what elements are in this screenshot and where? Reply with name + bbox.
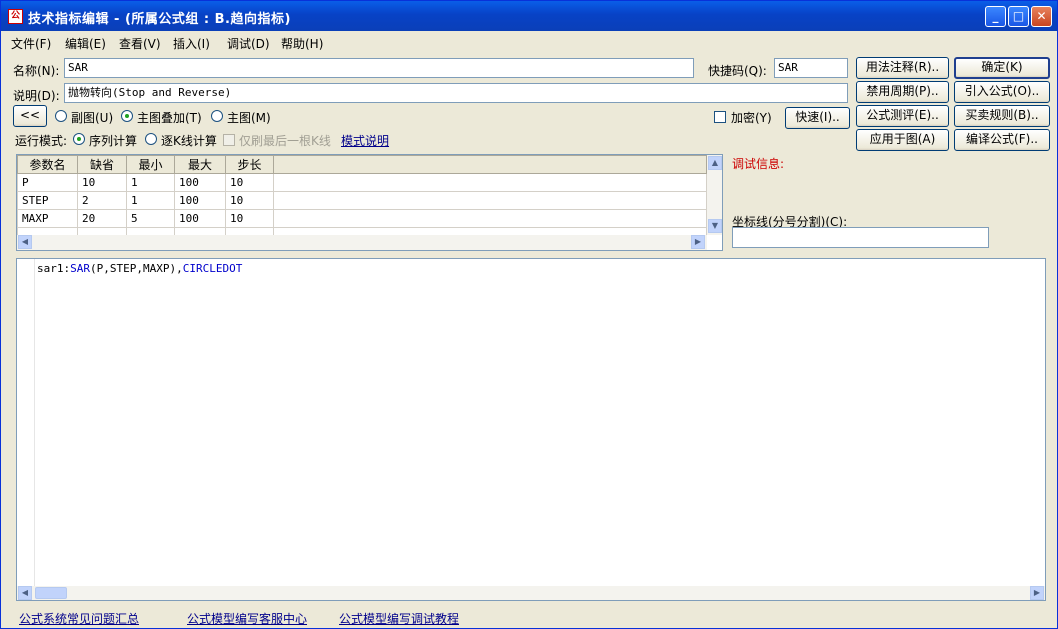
menu-bar: 文件(F) 编辑(E) 查看(V) 插入(I) 调试(D) 帮助(H) (1, 32, 1057, 52)
axis-lines-field[interactable] (732, 227, 989, 248)
param-step-cell[interactable]: 10 (225, 191, 274, 210)
last-bar-only-label: 仅刷最后一根K线 (239, 134, 331, 148)
code-style: CIRCLEDOT (182, 262, 243, 275)
chart-type-overlay-label: 主图叠加(T) (137, 111, 202, 125)
run-mode-per-bar-radio[interactable] (145, 133, 157, 145)
scroll-up-icon[interactable]: ▲ (708, 156, 722, 170)
mode-help-link[interactable]: 模式说明 (341, 132, 389, 149)
chart-type-sub-radio[interactable] (55, 110, 67, 122)
header-min[interactable]: 最小 (126, 155, 175, 174)
param-max-cell[interactable]: 100 (174, 209, 226, 228)
editor-horizontal-scrollbar[interactable]: ◀ ▶ (17, 586, 1045, 600)
encrypt-label: 加密(Y) (731, 111, 772, 125)
params-table: 参数名 缺省 最小 最大 步长 P 10 1 100 10 STEP 2 1 1… (16, 154, 723, 251)
chart-type-main-label: 主图(M) (227, 111, 271, 125)
quick-button[interactable]: 快速(I).. (785, 107, 850, 129)
code-args: (P,STEP,MAXP), (90, 262, 183, 275)
description-field[interactable]: 抛物转向(Stop and Reverse) (64, 83, 848, 103)
chart-type-sub-label: 副图(U) (71, 111, 114, 125)
param-default-cell[interactable]: 2 (77, 191, 127, 210)
chart-type-main-radio[interactable] (211, 110, 223, 122)
scroll-thumb[interactable] (35, 587, 67, 599)
menu-edit[interactable]: 编辑(E) (65, 35, 106, 52)
header-max[interactable]: 最大 (174, 155, 226, 174)
run-mode-per-bar-label: 逐K线计算 (161, 134, 217, 148)
maximize-icon[interactable]: □ (1008, 6, 1029, 27)
description-label: 说明(D): (13, 89, 60, 103)
name-field[interactable]: SAR (64, 58, 694, 78)
code-editor[interactable]: sar1:SAR(P,STEP,MAXP),CIRCLEDOT ◀ ▶ (16, 258, 1046, 601)
name-label: 名称(N): (13, 64, 60, 78)
close-icon[interactable]: ✕ (1031, 6, 1052, 27)
editor-gutter (17, 259, 35, 586)
encrypt-checkbox[interactable] (714, 111, 726, 123)
params-vertical-scrollbar[interactable]: ▲ ▼ (707, 155, 722, 235)
empty-cell (273, 209, 707, 228)
header-step[interactable]: 步长 (225, 155, 274, 174)
apply-to-chart-button[interactable]: 应用于图(A) (856, 129, 949, 151)
scroll-down-icon[interactable]: ▼ (708, 219, 722, 233)
menu-view[interactable]: 查看(V) (119, 35, 161, 52)
param-default-cell[interactable]: 20 (77, 209, 127, 228)
window-title: 技术指标编辑 - (所属公式组 : B.趋向指标) (28, 12, 291, 27)
chart-type-overlay-radio[interactable] (121, 110, 133, 122)
formula-editor-window: 公 技术指标编辑 - (所属公式组 : B.趋向指标) _ □ ✕ 文件(F) … (0, 0, 1058, 629)
menu-insert[interactable]: 插入(I) (173, 35, 210, 52)
run-mode-series-label: 序列计算 (89, 134, 138, 148)
hotkey-field[interactable]: SAR (774, 58, 848, 78)
table-row[interactable]: STEP 2 1 100 10 (17, 191, 707, 210)
evaluate-formula-button[interactable]: 公式测评(E).. (856, 105, 949, 127)
table-row[interactable]: MAXP 20 5 100 10 (17, 209, 707, 228)
params-horizontal-scrollbar[interactable]: ◀ ▶ (17, 235, 707, 250)
param-min-cell[interactable]: 1 (126, 173, 175, 192)
header-filler (273, 155, 707, 174)
support-center-link[interactable]: 公式模型编写客服中心 (187, 610, 307, 627)
param-name-cell[interactable]: MAXP (17, 209, 78, 228)
last-bar-only-checkbox[interactable] (223, 134, 235, 146)
menu-debug[interactable]: 调试(D) (227, 35, 270, 52)
param-step-cell[interactable]: 10 (225, 209, 274, 228)
debug-info-label: 调试信息: (732, 157, 785, 171)
header-param-name[interactable]: 参数名 (17, 155, 78, 174)
run-mode-label: 运行模式: (15, 134, 68, 148)
scroll-right-icon[interactable]: ▶ (1030, 586, 1044, 600)
import-formula-button[interactable]: 引入公式(O).. (954, 81, 1050, 103)
code-function: SAR (70, 262, 90, 275)
table-row[interactable]: P 10 1 100 10 (17, 173, 707, 192)
debug-tutorial-link[interactable]: 公式模型编写调试教程 (339, 610, 459, 627)
disabled-periods-button[interactable]: 禁用周期(P).. (856, 81, 949, 103)
params-header-row: 参数名 缺省 最小 最大 步长 (17, 155, 707, 174)
empty-cell (273, 191, 707, 210)
run-mode-series-radio[interactable] (73, 133, 85, 145)
menu-file[interactable]: 文件(F) (11, 35, 51, 52)
header-default[interactable]: 缺省 (77, 155, 127, 174)
param-default-cell[interactable]: 10 (77, 173, 127, 192)
empty-cell (273, 173, 707, 192)
scroll-left-icon[interactable]: ◀ (18, 235, 32, 249)
code-variable: sar1 (37, 262, 64, 275)
param-name-cell[interactable]: P (17, 173, 78, 192)
scroll-left-icon[interactable]: ◀ (18, 586, 32, 600)
code-line[interactable]: sar1:SAR(P,STEP,MAXP),CIRCLEDOT (37, 262, 242, 275)
collapse-button[interactable]: << (13, 105, 47, 127)
param-min-cell[interactable]: 1 (126, 191, 175, 210)
param-max-cell[interactable]: 100 (174, 173, 226, 192)
trade-rules-button[interactable]: 买卖规则(B).. (954, 105, 1050, 127)
compile-formula-button[interactable]: 编译公式(F).. (954, 129, 1050, 151)
faq-link[interactable]: 公式系统常见问题汇总 (19, 610, 139, 627)
minimize-icon[interactable]: _ (985, 6, 1006, 27)
usage-notes-button[interactable]: 用法注释(R).. (856, 57, 949, 79)
ok-button[interactable]: 确定(K) (954, 57, 1050, 79)
param-min-cell[interactable]: 5 (126, 209, 175, 228)
param-max-cell[interactable]: 100 (174, 191, 226, 210)
menu-help[interactable]: 帮助(H) (281, 35, 323, 52)
title-bar[interactable]: 公 技术指标编辑 - (所属公式组 : B.趋向指标) _ □ ✕ (1, 1, 1057, 31)
param-step-cell[interactable]: 10 (225, 173, 274, 192)
hotkey-label: 快捷码(Q): (708, 64, 767, 78)
scroll-right-icon[interactable]: ▶ (691, 235, 705, 249)
param-name-cell[interactable]: STEP (17, 191, 78, 210)
app-icon: 公 (8, 9, 23, 24)
